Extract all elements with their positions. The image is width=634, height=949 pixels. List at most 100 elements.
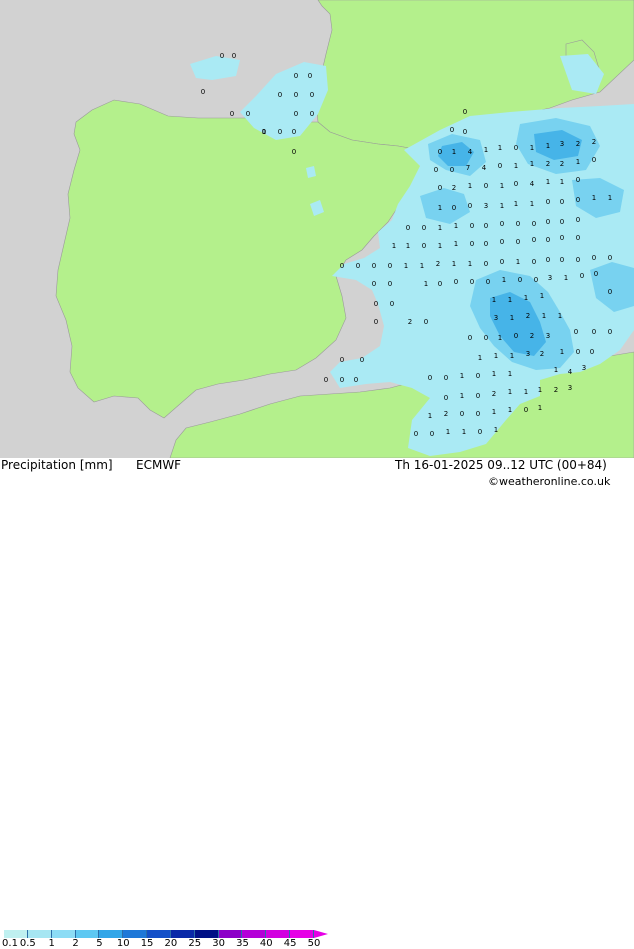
precipitation-value: 2 (444, 410, 448, 418)
precipitation-value: 1 (428, 412, 432, 420)
precipitation-value: 0 (476, 392, 480, 400)
precipitation-value: 1 (524, 294, 528, 302)
precipitation-value: 0 (546, 218, 550, 226)
precipitation-value: 1 (424, 280, 428, 288)
precipitation-value: 0 (340, 356, 344, 364)
color-scale-tick: 2 (72, 938, 79, 949)
precipitation-value: 1 (492, 296, 496, 304)
precipitation-value: 3 (494, 314, 498, 322)
precipitation-value: 1 (460, 372, 464, 380)
color-scale-tick: 20 (164, 938, 178, 949)
color-scale-tick: 30 (212, 938, 225, 949)
precipitation-value: 0 (246, 110, 250, 118)
precipitation-value: 0 (414, 430, 418, 438)
precipitation-value: 0 (372, 280, 376, 288)
precipitation-value: 1 (558, 312, 562, 320)
color-scale-swatch (266, 930, 291, 938)
precipitation-value: 2 (554, 386, 558, 394)
precipitation-value: 0 (576, 196, 580, 204)
precipitation-value: 0 (292, 128, 296, 136)
color-scale-tick: 45 (283, 938, 297, 949)
precipitation-value: 0 (518, 276, 522, 284)
color-scale-swatch (194, 930, 219, 938)
precipitation-value: 0 (278, 91, 282, 99)
precipitation-value: 1 (524, 388, 528, 396)
precipitation-value: 0 (576, 176, 580, 184)
color-scale-tick: 10 (116, 938, 130, 949)
precipitation-value: 0 (374, 300, 378, 308)
precipitation-value: 0 (406, 224, 410, 232)
precipitation-value: 2 (526, 312, 530, 320)
precipitation-value: 2 (492, 390, 496, 398)
precipitation-value: 2 (560, 160, 564, 168)
precipitation-value: 0 (576, 234, 580, 242)
credit-text: ©weatheronline.co.uk (488, 475, 611, 488)
precipitation-value: 0 (463, 128, 467, 136)
precipitation-value: 3 (582, 364, 586, 372)
precipitation-value: 0 (560, 218, 564, 226)
precipitation-value: 2 (452, 184, 456, 192)
precipitation-value: 0 (608, 288, 612, 296)
precipitation-value: 0 (592, 328, 596, 336)
precipitation-value: 0 (340, 376, 344, 384)
precipitation-value: 0 (230, 110, 234, 118)
precipitation-value: 0 (532, 220, 536, 228)
precipitation-value: 1 (438, 224, 442, 232)
precipitation-value: 0 (356, 262, 360, 270)
precipitation-value: 0 (452, 204, 456, 212)
precipitation-value: 0 (532, 236, 536, 244)
precipitation-value: 0 (201, 88, 205, 96)
precipitation-value: 1 (494, 352, 498, 360)
precipitation-value: 4 (482, 164, 487, 172)
precipitation-value: 0 (546, 198, 550, 206)
precipitation-value: 0 (308, 72, 312, 80)
precipitation-value: 0 (592, 156, 596, 164)
precipitation-value: 0 (514, 180, 518, 188)
precipitation-value: 0 (232, 52, 236, 60)
precipitation-value: 0 (590, 348, 594, 356)
precipitation-value: 1 (546, 142, 550, 150)
precipitation-value: 1 (508, 370, 512, 378)
precipitation-value: 1 (546, 178, 550, 186)
precipitation-value: 0 (424, 318, 428, 326)
precipitation-value: 0 (430, 430, 434, 438)
precipitation-value: 0 (468, 202, 472, 210)
color-scale-swatch (51, 930, 76, 938)
precipitation-value: 1 (484, 146, 488, 154)
precipitation-value: 3 (546, 332, 550, 340)
precipitation-value: 0 (514, 332, 518, 340)
precipitation-value: 0 (450, 126, 454, 134)
precipitation-value: 0 (580, 272, 584, 280)
precipitation-value: 2 (540, 350, 544, 358)
precipitation-value: 1 (468, 182, 472, 190)
precipitation-value: 0 (500, 220, 504, 228)
precipitation-value: 1 (554, 366, 558, 374)
precipitation-value: 1 (576, 158, 580, 166)
precipitation-value: 0 (438, 280, 442, 288)
precipitation-value: 1 (508, 296, 512, 304)
precipitation-value: 1 (468, 260, 472, 268)
precipitation-value: 1 (560, 178, 564, 186)
precipitation-value: 0 (484, 182, 488, 190)
precipitation-value: 0 (444, 374, 448, 382)
precipitation-value: 3 (526, 350, 530, 358)
precipitation-value: 0 (388, 262, 392, 270)
precipitation-value: 1 (516, 258, 520, 266)
color-scale-tick: 0.5 (19, 938, 36, 949)
precipitation-value: 0 (524, 406, 528, 414)
precipitation-value: 0 (484, 334, 488, 342)
precipitation-value: 0 (278, 128, 282, 136)
precipitation-value: 0 (292, 148, 296, 156)
color-scale-tick: 15 (140, 938, 154, 949)
precipitation-value: 0 (476, 410, 480, 418)
precipitation-value: 0 (594, 270, 598, 278)
precipitation-value: 1 (452, 148, 456, 156)
precipitation-value: 1 (454, 222, 458, 230)
precipitation-value: 0 (294, 110, 298, 118)
precipitation-value: 1 (446, 428, 450, 436)
precipitation-value: 0 (422, 224, 426, 232)
precipitation-value: 1 (514, 162, 518, 170)
precipitation-value: 0 (470, 278, 474, 286)
color-scale-tick: 35 (236, 938, 249, 949)
color-scale-tick: 0.1 (2, 938, 18, 949)
